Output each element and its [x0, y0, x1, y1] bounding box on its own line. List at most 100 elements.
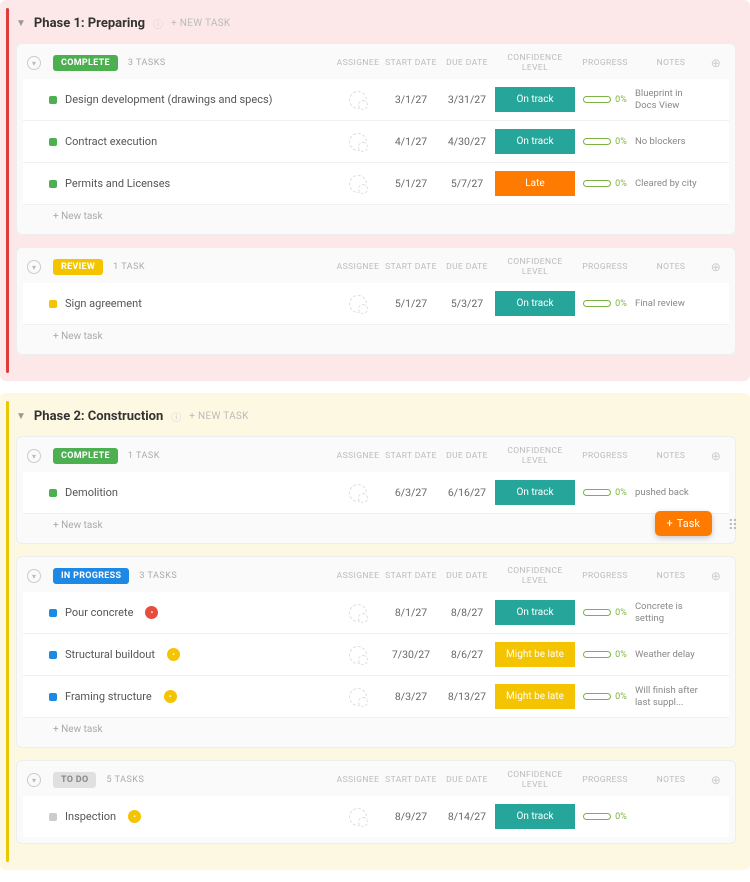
assignee-icon[interactable]	[349, 295, 367, 313]
start-date[interactable]: 4/1/27	[383, 135, 439, 148]
due-date[interactable]: 6/16/27	[439, 486, 495, 499]
info-icon[interactable]: ⓘ	[153, 16, 163, 31]
confidence-level[interactable]: Late	[495, 171, 575, 196]
status-pill[interactable]: COMPLETE	[53, 448, 118, 464]
confidence-level[interactable]: On track	[495, 600, 575, 625]
status-pill[interactable]: COMPLETE	[53, 55, 118, 71]
collapse-icon[interactable]: ▾	[27, 449, 41, 463]
notes[interactable]: Concrete is setting	[635, 601, 707, 624]
start-date[interactable]: 5/1/27	[383, 297, 439, 310]
start-date[interactable]: 8/3/27	[383, 690, 439, 703]
status-square-icon	[49, 180, 57, 188]
phase-title[interactable]: Phase 2: Construction	[34, 409, 163, 424]
task-row[interactable]: Pour concrete • 8/1/27 8/8/27 On track 0…	[23, 592, 729, 634]
col-notes: NOTES	[635, 58, 707, 68]
due-date[interactable]: 4/30/27	[439, 135, 495, 148]
due-date[interactable]: 8/8/27	[439, 606, 495, 619]
due-date[interactable]: 5/7/27	[439, 177, 495, 190]
add-column-icon[interactable]: ⊕	[707, 260, 725, 274]
add-column-icon[interactable]: ⊕	[707, 773, 725, 787]
task-row[interactable]: Design development (drawings and specs) …	[23, 79, 729, 121]
info-icon[interactable]: ⓘ	[171, 409, 181, 424]
due-date[interactable]: 8/13/27	[439, 690, 495, 703]
add-column-icon[interactable]: ⊕	[707, 56, 725, 70]
start-date[interactable]: 8/1/27	[383, 606, 439, 619]
confidence-level[interactable]: On track	[495, 291, 575, 316]
confidence-level[interactable]: Might be late	[495, 684, 575, 709]
progress[interactable]: 0%	[575, 608, 635, 618]
add-column-icon[interactable]: ⊕	[707, 449, 725, 463]
status-square-icon	[49, 693, 57, 701]
phase-title[interactable]: Phase 1: Preparing	[34, 16, 145, 31]
due-date[interactable]: 8/14/27	[439, 810, 495, 823]
progress[interactable]: 0%	[575, 812, 635, 822]
confidence-level[interactable]: On track	[495, 87, 575, 112]
assignee-icon[interactable]	[349, 808, 367, 826]
chevron-down-icon[interactable]: ▼	[16, 411, 26, 422]
progress[interactable]: 0%	[575, 650, 635, 660]
assignee-icon[interactable]	[349, 133, 367, 151]
confidence-level[interactable]: On track	[495, 804, 575, 829]
add-column-icon[interactable]: ⊕	[707, 569, 725, 583]
start-date[interactable]: 3/1/27	[383, 93, 439, 106]
col-notes: NOTES	[635, 262, 707, 272]
confidence-level[interactable]: On track	[495, 129, 575, 154]
task-name: Inspection	[65, 810, 116, 823]
task-row[interactable]: Sign agreement 5/1/27 5/3/27 On track 0%…	[23, 283, 729, 325]
assignee-icon[interactable]	[349, 91, 367, 109]
collapse-icon[interactable]: ▾	[27, 773, 41, 787]
task-row[interactable]: Inspection • 8/9/27 8/14/27 On track 0%	[23, 796, 729, 837]
new-task-row[interactable]: + New task	[23, 514, 729, 537]
new-task-floating-button[interactable]: + Task	[655, 511, 712, 536]
notes[interactable]: Cleared by city	[635, 178, 707, 189]
progress[interactable]: 0%	[575, 692, 635, 702]
assignee-icon[interactable]	[349, 604, 367, 622]
task-row[interactable]: Structural buildout • 7/30/27 8/6/27 Mig…	[23, 634, 729, 676]
new-task-row[interactable]: + New task	[23, 718, 729, 741]
collapse-icon[interactable]: ▾	[27, 569, 41, 583]
notes[interactable]: Weather delay	[635, 649, 707, 660]
col-start-date: START DATE	[383, 571, 439, 581]
start-date[interactable]: 5/1/27	[383, 177, 439, 190]
status-pill[interactable]: TO DO	[53, 772, 96, 788]
due-date[interactable]: 3/31/27	[439, 93, 495, 106]
status-pill[interactable]: REVIEW	[53, 259, 103, 275]
task-row[interactable]: Demolition 6/3/27 6/16/27 On track 0% pu…	[23, 472, 729, 514]
due-date[interactable]: 8/6/27	[439, 648, 495, 661]
progress[interactable]: 0%	[575, 179, 635, 189]
phase-section: ▼ Phase 2: Construction ⓘ + NEW TASK ▾ C…	[0, 393, 750, 870]
notes[interactable]: pushed back	[635, 487, 707, 498]
col-start-date: START DATE	[383, 58, 439, 68]
task-row[interactable]: Framing structure • 8/3/27 8/13/27 Might…	[23, 676, 729, 718]
notes[interactable]: No blockers	[635, 136, 707, 147]
new-task-header[interactable]: + NEW TASK	[171, 18, 230, 29]
notes[interactable]: Blueprint in Docs View	[635, 88, 707, 111]
start-date[interactable]: 7/30/27	[383, 648, 439, 661]
start-date[interactable]: 6/3/27	[383, 486, 439, 499]
notes[interactable]: Will finish after last suppl...	[635, 685, 707, 708]
grid-icon[interactable]: ⠿	[728, 518, 738, 534]
due-date[interactable]: 5/3/27	[439, 297, 495, 310]
progress[interactable]: 0%	[575, 137, 635, 147]
status-square-icon	[49, 300, 57, 308]
progress[interactable]: 0%	[575, 299, 635, 309]
status-pill[interactable]: IN PROGRESS	[53, 568, 129, 584]
task-row[interactable]: Permits and Licenses 5/1/27 5/7/27 Late …	[23, 163, 729, 205]
collapse-icon[interactable]: ▾	[27, 56, 41, 70]
collapse-icon[interactable]: ▾	[27, 260, 41, 274]
new-task-row[interactable]: + New task	[23, 205, 729, 228]
assignee-icon[interactable]	[349, 646, 367, 664]
assignee-icon[interactable]	[349, 688, 367, 706]
progress[interactable]: 0%	[575, 95, 635, 105]
confidence-level[interactable]: Might be late	[495, 642, 575, 667]
assignee-icon[interactable]	[349, 484, 367, 502]
task-row[interactable]: Contract execution 4/1/27 4/30/27 On tra…	[23, 121, 729, 163]
start-date[interactable]: 8/9/27	[383, 810, 439, 823]
confidence-level[interactable]: On track	[495, 480, 575, 505]
progress[interactable]: 0%	[575, 488, 635, 498]
chevron-down-icon[interactable]: ▼	[16, 18, 26, 29]
new-task-row[interactable]: + New task	[23, 325, 729, 348]
assignee-icon[interactable]	[349, 175, 367, 193]
new-task-header[interactable]: + NEW TASK	[189, 411, 248, 422]
notes[interactable]: Final review	[635, 298, 707, 309]
